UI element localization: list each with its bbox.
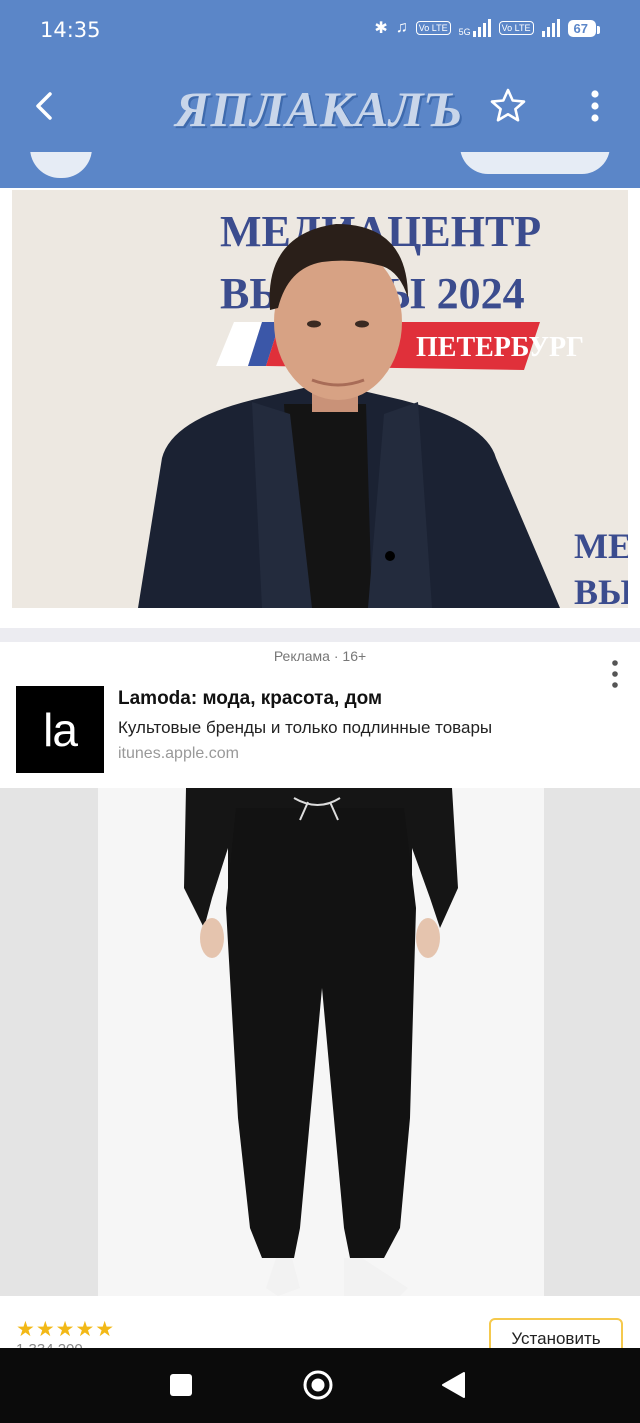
status-time: 14:35: [40, 18, 101, 42]
ad-product-image[interactable]: [0, 788, 640, 1296]
ad-title[interactable]: Lamoda: мода, красота, дом: [118, 688, 382, 710]
volte-badge-2: Vo LTE: [498, 21, 534, 35]
sign-corner-2: ВЫ: [574, 572, 628, 608]
battery-icon: 67: [567, 19, 601, 37]
back-arrow-icon[interactable]: [28, 88, 64, 124]
app-bar: ЯПЛАКАЛЪ: [0, 62, 640, 152]
sign-banner-text: ПЕТЕРБУРГ: [416, 332, 584, 363]
ad-description: Культовые бренды и только подлинные това…: [118, 718, 493, 737]
more-vertical-icon[interactable]: [580, 86, 610, 126]
content-separator: [0, 628, 640, 642]
site-logo[interactable]: ЯПЛАКАЛЪ: [175, 80, 464, 138]
site-header-strip: [0, 152, 640, 188]
sign-corner-1: МЕ: [574, 526, 628, 566]
ad-app-logo[interactable]: la: [16, 686, 104, 773]
site-back-button[interactable]: [30, 152, 92, 178]
earbuds-icon: ♫: [395, 19, 408, 36]
status-bar: 14:35 ✱ ♫ Vo LTE 5G Vo LTE 67: [0, 0, 640, 62]
back-triangle-icon[interactable]: [440, 1370, 466, 1400]
ad-domain: itunes.apple.com: [118, 745, 239, 762]
recents-square-icon[interactable]: [170, 1374, 192, 1396]
signal-icon: [541, 19, 560, 37]
home-circle-icon[interactable]: [302, 1369, 334, 1401]
tracksuit-illustration: [184, 788, 458, 1296]
volte-badge-1: Vo LTE: [415, 21, 451, 35]
ad-label: Реклама · 16+: [273, 648, 367, 664]
site-actions-pill[interactable]: [460, 152, 610, 174]
system-nav-bar: [0, 1348, 640, 1423]
ad-rating-stars: ★★★★★: [16, 1318, 116, 1341]
bluetooth-icon: ✱: [374, 20, 388, 37]
network-type-label: 5G: [458, 27, 471, 37]
status-icons: ✱ ♫ Vo LTE 5G Vo LTE 67: [374, 18, 601, 38]
ad-more-icon[interactable]: [606, 658, 624, 692]
photo-bottom-gap: [0, 610, 640, 628]
article-photo: МЕДИАЦЕНТР ВЫБОРЫ 2024 ПЕТЕРБУРГ МЕ ВЫ: [12, 190, 628, 608]
star-outline-icon[interactable]: [488, 86, 528, 126]
photo-illustration: МЕДИАЦЕНТР ВЫБОРЫ 2024 ПЕТЕРБУРГ МЕ ВЫ: [12, 190, 628, 608]
signal-5g-icon: 5G: [459, 19, 491, 37]
